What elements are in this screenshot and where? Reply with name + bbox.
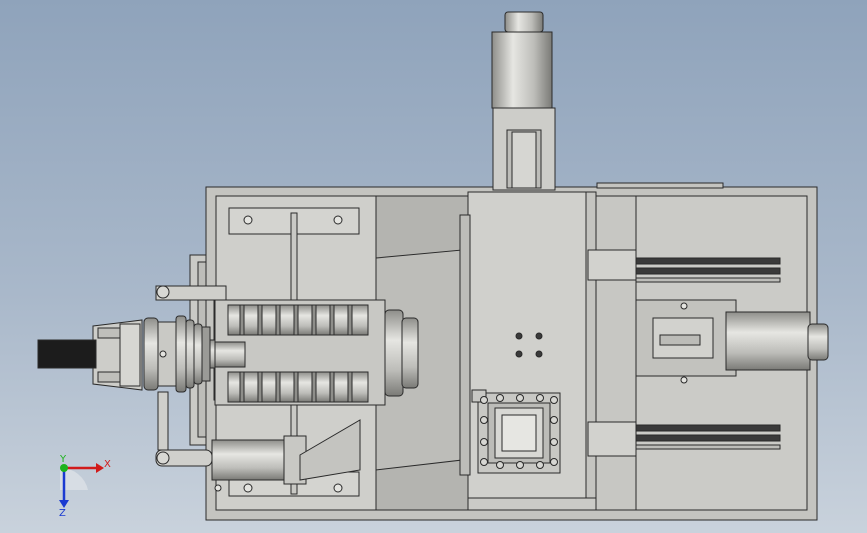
rail-lower-1 <box>635 424 781 432</box>
cad-drawing: X Y Z <box>37 11 829 521</box>
z-axis-label: Z <box>59 508 66 519</box>
pulley-1 <box>175 315 187 393</box>
chuck-jaw-1 <box>97 327 121 339</box>
axis-triad: X Y Z <box>59 454 111 519</box>
right-slide-frame <box>595 195 637 511</box>
tailstock-slot <box>659 334 701 346</box>
rail-lower-2 <box>635 434 781 442</box>
pulley-gear <box>201 326 211 382</box>
pulley-2 <box>185 319 195 389</box>
right-top-strip <box>596 182 724 189</box>
x-axis-label: X <box>104 459 111 470</box>
cad-viewport[interactable]: X Y Z <box>0 0 867 533</box>
pulley-3 <box>193 323 203 385</box>
workpiece-bar <box>37 339 97 369</box>
tailstock-motor <box>725 311 811 371</box>
y-axis-label: Y <box>59 454 67 465</box>
rail-upper-1 <box>635 257 781 265</box>
x-arrowhead-icon <box>96 463 104 473</box>
carriage-edge <box>459 214 471 476</box>
lever-pin-upper <box>156 285 170 299</box>
lever-pin-lower <box>156 451 170 465</box>
tailstock-cap <box>807 323 829 361</box>
y-axis-dot <box>60 464 68 472</box>
chuck-jaw-2 <box>97 371 121 383</box>
right-slide-bracket-2 <box>587 421 637 457</box>
motor-mount-inner <box>511 131 537 189</box>
z-arrowhead-icon <box>59 500 69 508</box>
right-slide-bracket <box>587 249 637 281</box>
center-bore <box>214 341 246 368</box>
rail-upper-3 <box>635 277 781 283</box>
spindle-nose <box>401 317 419 389</box>
spindle-flange-right <box>384 309 404 397</box>
chuck-ring <box>119 323 141 387</box>
rail-lower-3 <box>635 444 781 450</box>
flange <box>143 317 159 391</box>
motor-cap <box>504 11 544 33</box>
lever-vertical <box>157 391 169 451</box>
motor-body <box>491 31 553 109</box>
tool-pocket-core <box>501 414 537 452</box>
rail-upper-2 <box>635 267 781 275</box>
